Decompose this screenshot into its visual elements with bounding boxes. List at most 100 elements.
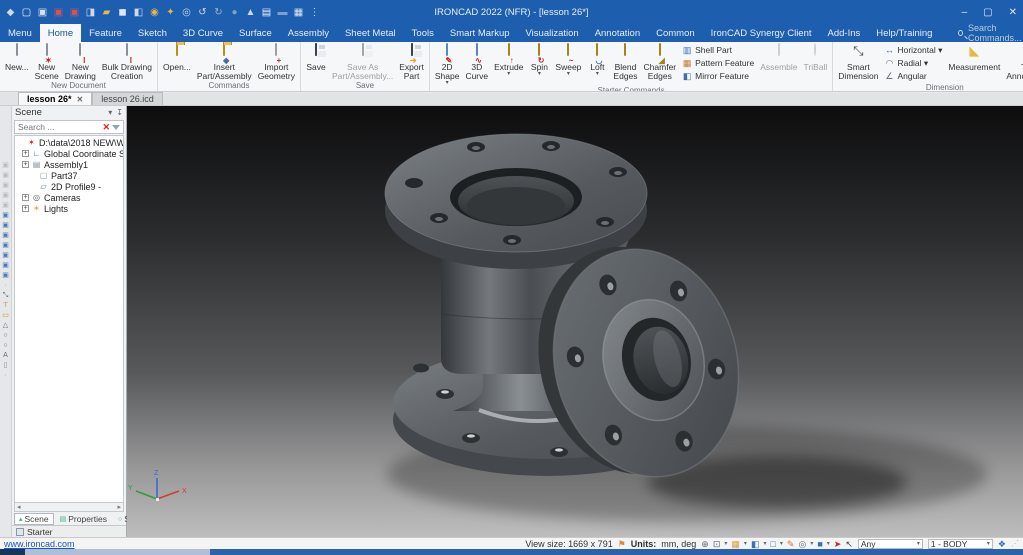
text-annotations-button[interactable]: ATextAnnotations <box>1003 43 1023 83</box>
shaded-view-icon[interactable]: ■ <box>817 539 822 549</box>
catalog-cube-icon[interactable]: ▣ <box>2 232 9 239</box>
tab-help-training[interactable]: Help/Training <box>868 24 940 42</box>
loft-button[interactable]: ◡Loft▾ <box>584 43 610 86</box>
import-geometry-button[interactable]: +ImportGeometry <box>255 43 298 81</box>
camera-view-icon[interactable]: ◧ <box>751 539 760 549</box>
catalog-cube-icon[interactable]: ▣ <box>2 272 9 279</box>
tree-node-global-coordinate-system[interactable]: +∟Global Coordinate System <box>15 148 123 159</box>
panel-dropdown-icon[interactable]: ▾ <box>108 108 112 117</box>
minimize-button[interactable]: – <box>962 7 968 18</box>
text-annotation-tool-icon[interactable]: A <box>3 352 8 359</box>
separator-dot[interactable]: · <box>4 372 6 379</box>
radial-dimension-button[interactable]: ◠Radial ▾ <box>884 57 942 69</box>
open-icon[interactable]: ▰ <box>100 6 113 19</box>
tree-node-lights[interactable]: +☀Lights <box>15 203 123 214</box>
tab-close-icon[interactable]: ✕ <box>77 95 84 104</box>
smart-dimension-tool-icon[interactable]: ⤡ <box>3 292 9 299</box>
notes-icon[interactable]: ▤ <box>260 6 273 19</box>
new-drawing-icon[interactable]: ▣ <box>52 6 65 19</box>
spin-button[interactable]: ↻Spin▾ <box>526 43 552 86</box>
dropdown-caret-icon[interactable]: ▾ <box>507 72 510 77</box>
catalog-cube-icon[interactable]: ▣ <box>2 222 9 229</box>
save-button[interactable]: Save <box>303 43 329 81</box>
smart-dimension-button[interactable]: ⤡SmartDimension <box>835 43 881 83</box>
tab-feature[interactable]: Feature <box>81 24 130 42</box>
caret-icon[interactable]: ▾ <box>810 540 813 547</box>
visibility-icon[interactable]: ◎ <box>798 539 806 549</box>
document-tab-lesson-26-[interactable]: lesson 26*✕ <box>18 92 92 105</box>
select-tool-icon[interactable]: ➤ <box>834 539 842 549</box>
tree-node-2d-profile9-[interactable]: ▱2D Profile9 - <box>15 181 123 192</box>
circle-tool-icon[interactable]: ○ <box>3 332 7 339</box>
tree-node-d-data-2018-new-word-tech-ne[interactable]: ✶D:\data\2018 NEW\Word\TECH-NE <box>15 137 123 148</box>
more-icon[interactable]: ⋮ <box>308 6 321 19</box>
redo-icon[interactable]: ↻ <box>212 6 225 19</box>
table-icon[interactable]: ▦ <box>292 6 305 19</box>
tab-tools[interactable]: Tools <box>404 24 442 42</box>
caret-icon[interactable]: ▾ <box>780 540 783 547</box>
insert-part-assembly-button[interactable]: ◆InsertPart/Assembly <box>194 43 255 81</box>
sweep-button[interactable]: ~Sweep▾ <box>552 43 584 86</box>
snap-icon[interactable]: ▲ <box>244 6 257 19</box>
tab-add-ins[interactable]: Add-Ins <box>820 24 869 42</box>
chamfer-edges-button[interactable]: ◢ChamferEdges <box>641 43 680 86</box>
separator-dot[interactable]: · <box>4 282 6 289</box>
bulk-drawing-creation-button[interactable]: IBulk DrawingCreation <box>99 43 155 81</box>
circle-tool-icon[interactable]: ○ <box>3 342 7 349</box>
catalog-cube-icon[interactable]: ▣ <box>2 262 9 269</box>
scene-search-input[interactable] <box>15 122 100 132</box>
move-tool-icon[interactable]: ✎ <box>787 539 795 549</box>
maximize-button[interactable]: ▢ <box>983 7 992 18</box>
tree-expander-icon[interactable]: + <box>22 161 29 168</box>
caret-icon[interactable]: ▾ <box>744 540 747 547</box>
tab-common[interactable]: Common <box>648 24 703 42</box>
selection-filter-select[interactable]: Any▾ <box>858 539 923 549</box>
catalog-cube-icon[interactable]: ▣ <box>2 172 9 179</box>
tree-horizontal-scrollbar[interactable]: ◂ ▸ <box>14 503 124 512</box>
orbit-icon[interactable]: ◎ <box>180 6 193 19</box>
panel-pin-icon[interactable]: ↧ <box>116 108 123 117</box>
caret-icon[interactable]: ▾ <box>763 540 766 547</box>
angular-dimension-button[interactable]: ∠Angular <box>884 70 942 82</box>
note-tool-icon[interactable]: ▯ <box>4 362 8 369</box>
catalog-cube-icon[interactable]: ▣ <box>2 182 9 189</box>
measurement-button[interactable]: ◣Measurement <box>945 43 1003 83</box>
2d-shape-button[interactable]: ✎2DShape▾ <box>432 43 463 86</box>
catalog-cube-icon[interactable]: ▣ <box>2 192 9 199</box>
undo-icon[interactable]: ↺ <box>196 6 209 19</box>
caret-icon[interactable]: ▾ <box>827 540 830 547</box>
panel-tab-scene[interactable]: ▴Scene <box>14 513 54 525</box>
tab-ironcad-synergy-client[interactable]: IronCAD Synergy Client <box>703 24 820 42</box>
starter-catalog-bar[interactable]: Starter <box>12 525 126 537</box>
extrude-button[interactable]: ↑Extrude▾ <box>491 43 526 86</box>
scroll-right-arrow[interactable]: ▸ <box>117 503 121 511</box>
tab-visualization[interactable]: Visualization <box>518 24 587 42</box>
viewport-3d[interactable]: Z X Y <box>127 106 1023 537</box>
dropdown-caret-icon[interactable]: ▾ <box>567 72 570 77</box>
clear-search-icon[interactable]: ✕ <box>100 122 112 133</box>
cursor-icon[interactable]: ↖ <box>845 539 853 549</box>
app-icon[interactable]: ◆ <box>4 6 17 19</box>
new-drawing-button[interactable]: INewDrawing <box>62 43 99 81</box>
assembly-mode-icon[interactable]: ❖ <box>998 539 1006 549</box>
zoom-window-icon[interactable]: ⊡ <box>713 539 721 549</box>
label-tool-icon[interactable]: ▭ <box>2 312 9 319</box>
tab-annotation[interactable]: Annotation <box>587 24 648 42</box>
datum-tool-icon[interactable]: ⊤ <box>2 302 8 309</box>
scroll-left-arrow[interactable]: ◂ <box>17 503 21 511</box>
tab-surface[interactable]: Surface <box>231 24 280 42</box>
print-icon[interactable]: ◧ <box>132 6 145 19</box>
filter-funnel-icon[interactable] <box>112 125 120 130</box>
catalog-cube-icon[interactable]: ▣ <box>2 242 9 249</box>
dropdown-caret-icon[interactable]: ▾ <box>596 72 599 77</box>
open-button[interactable]: Open... <box>160 43 194 81</box>
tab-sketch[interactable]: Sketch <box>130 24 175 42</box>
panel-tab-properties[interactable]: ▤Properties <box>55 513 112 525</box>
template-icon[interactable]: ◨ <box>84 6 97 19</box>
new-scene-button[interactable]: ✶NewScene <box>32 43 62 81</box>
tab-home[interactable]: Home <box>40 24 81 42</box>
horizontal-dimension-button[interactable]: ↔Horizontal ▾ <box>884 44 942 56</box>
zoom-in-icon[interactable]: ⊕ <box>701 539 709 549</box>
render-mode-icon[interactable]: ▦ <box>731 539 740 549</box>
tree-node-cameras[interactable]: +◎Cameras <box>15 192 123 203</box>
